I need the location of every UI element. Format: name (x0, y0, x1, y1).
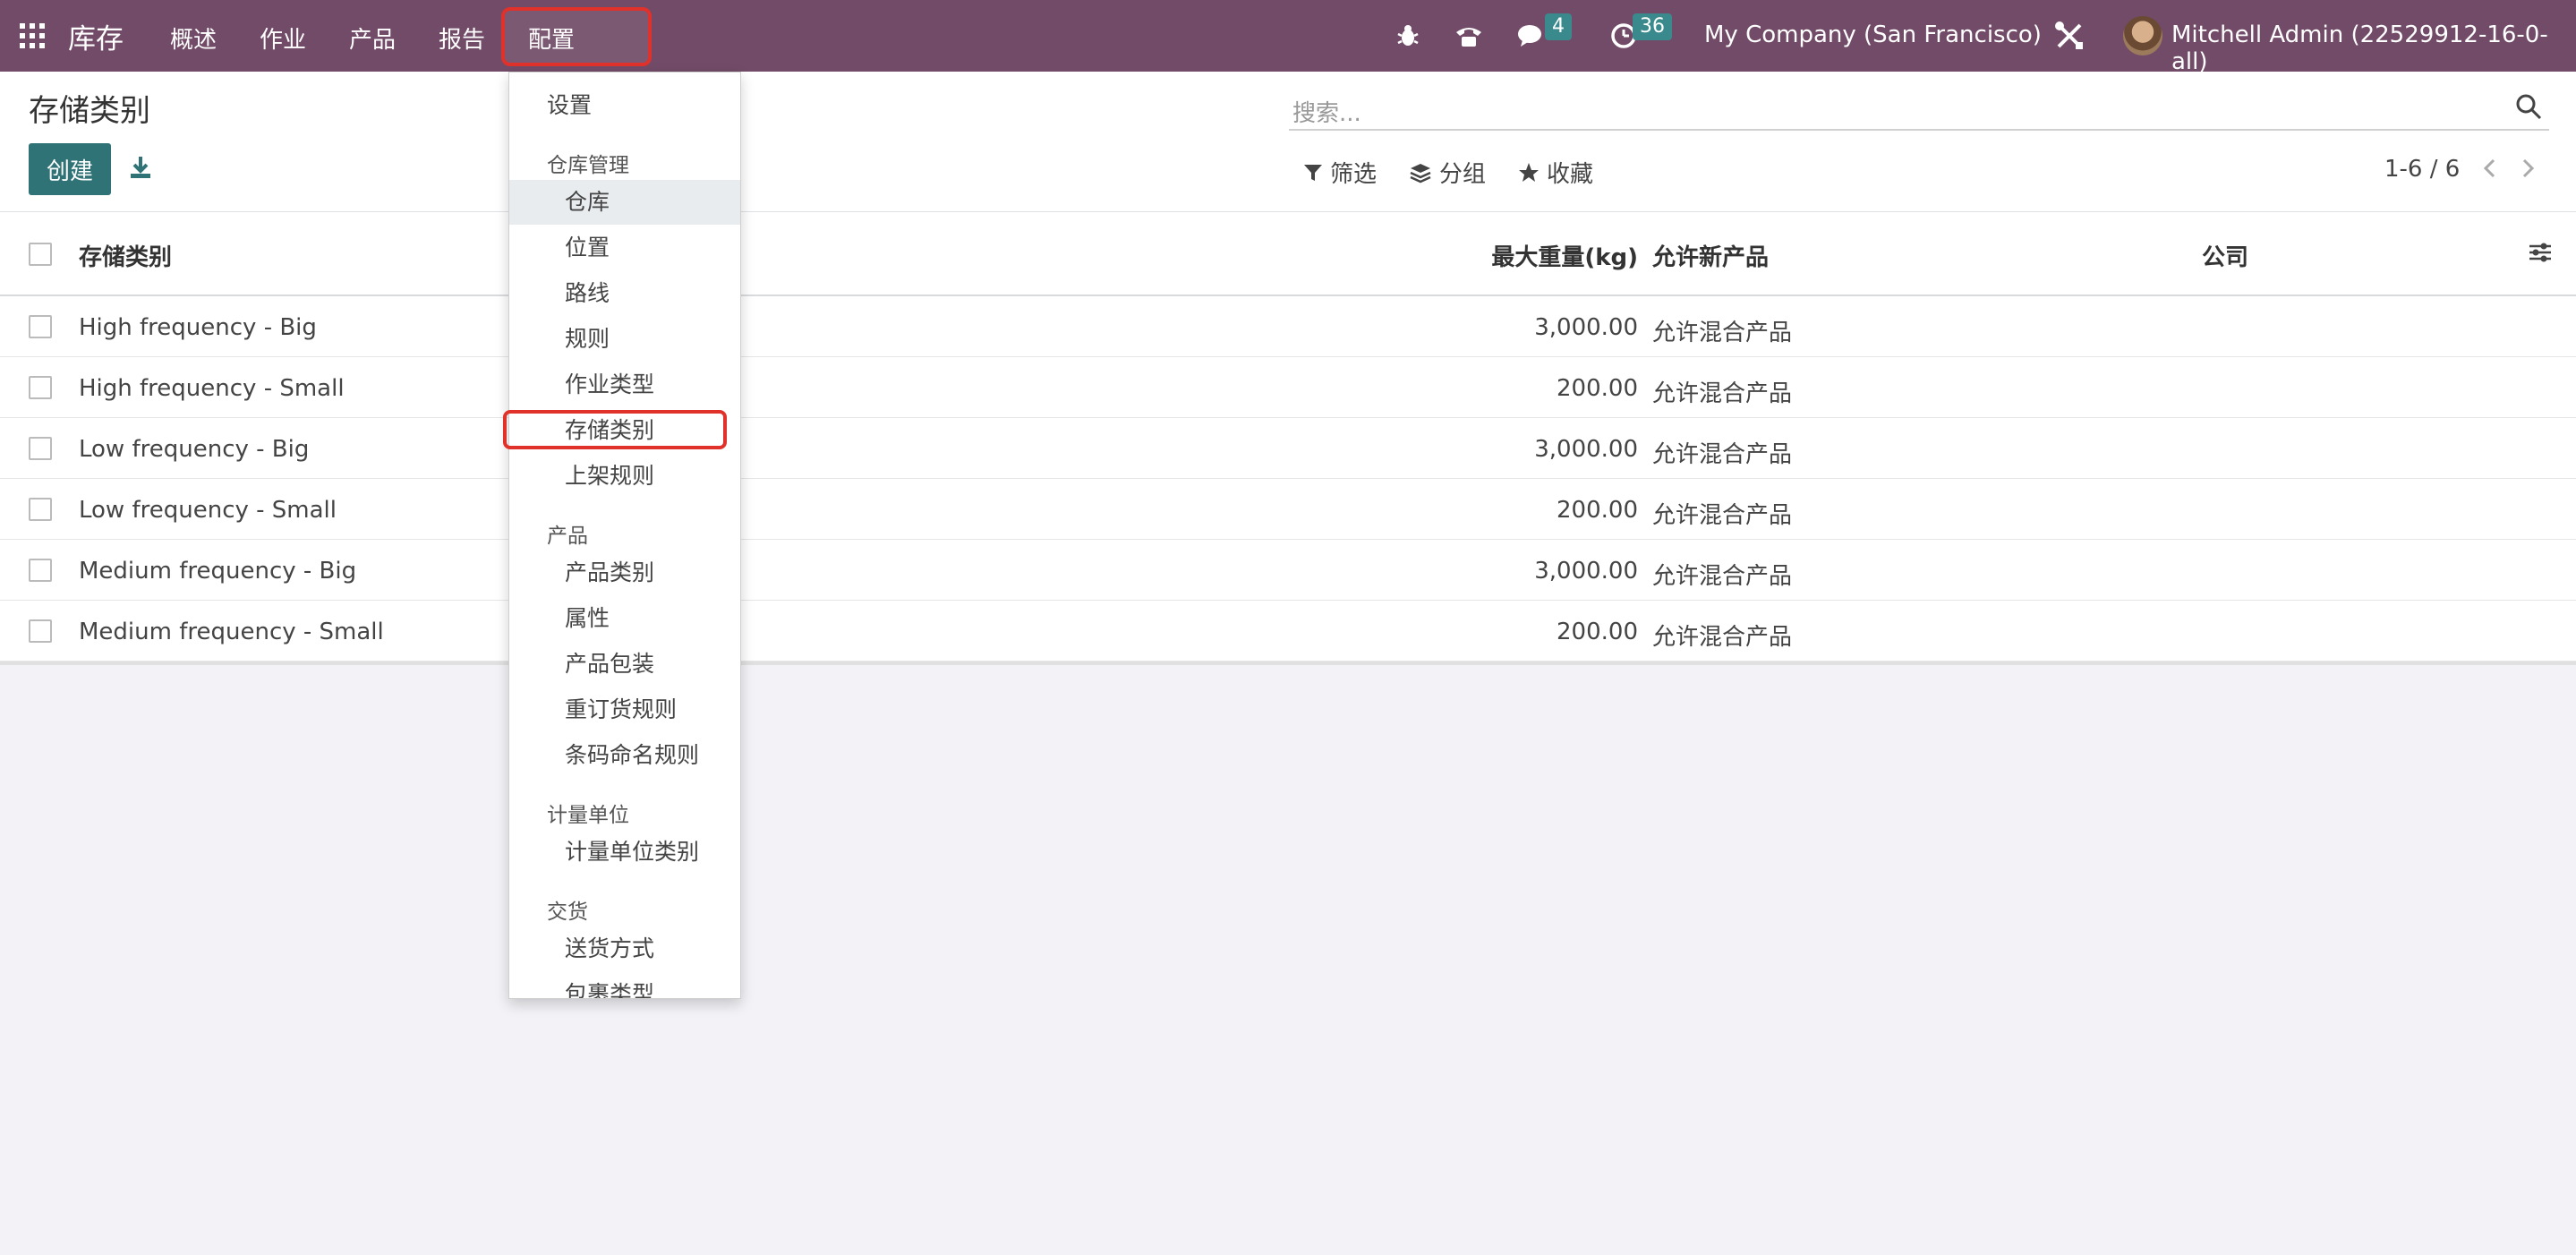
messages-badge: 4 (1545, 13, 1572, 40)
dropdown-item-putaway-rules[interactable]: 上架规则 (509, 454, 740, 499)
menu-configuration-highlight (501, 7, 652, 66)
row-checkbox[interactable] (29, 498, 52, 521)
table-row[interactable]: Medium frequency - Small 200.00 允许混合产品 (0, 601, 2576, 662)
row-checkbox[interactable] (29, 437, 52, 460)
dropdown-item-routes[interactable]: 路线 (509, 271, 740, 316)
company-switcher[interactable]: My Company (San Francisco) (1704, 21, 2042, 48)
dropdown-item-settings[interactable]: 设置 (509, 83, 740, 128)
phone-icon[interactable] (1454, 18, 1484, 54)
configuration-dropdown: 设置 仓库管理 仓库 位置 路线 规则 作业类型 存储类别 上架规则 产品 产品… (508, 72, 741, 999)
star-icon (1519, 162, 1539, 182)
favorites-button[interactable]: 收藏 (1518, 156, 1593, 189)
cell-allow-new: 允许混合产品 (1652, 563, 1793, 590)
filter-button[interactable]: 筛选 (1303, 156, 1377, 189)
cell-name: High frequency - Big (79, 314, 317, 341)
page-title: 存储类别 (29, 93, 150, 129)
cell-allow-new: 允许混合产品 (1652, 320, 1793, 346)
list-view: 存储类别 最大重量(kg) 允许新产品 公司 High frequency - … (0, 212, 2576, 665)
create-button[interactable]: 创建 (29, 143, 111, 195)
column-header-company[interactable]: 公司 (2202, 239, 2248, 272)
download-icon[interactable] (127, 154, 154, 181)
menu-overview[interactable]: 概述 (170, 21, 217, 55)
column-header-max-weight[interactable]: 最大重量(kg) (1491, 239, 1638, 272)
search-bar[interactable]: 搜索... (1289, 86, 2549, 131)
menu-configuration[interactable]: 配置 (528, 21, 575, 55)
cell-name: Low frequency - Big (79, 436, 310, 463)
apps-menu-icon[interactable] (20, 23, 45, 48)
menu-reporting[interactable]: 报告 (439, 21, 485, 55)
user-menu[interactable]: Mitchell Admin (22529912-16-0-all) (2171, 21, 2576, 75)
table-row[interactable]: Low frequency - Big 3,000.00 允许混合产品 (0, 418, 2576, 479)
activities-badge: 36 (1633, 13, 1672, 40)
dropdown-item-operation-types[interactable]: 作业类型 (509, 363, 740, 407)
dropdown-item-shipping-methods[interactable]: 送货方式 (509, 926, 740, 971)
dropdown-item-warehouses[interactable]: 仓库 (509, 180, 740, 225)
dropdown-item-barcode-nomenclatures[interactable]: 条码命名规则 (509, 733, 740, 778)
dropdown-section-warehouse: 仓库管理 (547, 154, 629, 177)
cell-max-weight: 200.00 (1557, 375, 1638, 402)
storage-categories-highlight (503, 410, 727, 449)
dropdown-item-reordering-rules[interactable]: 重订货规则 (509, 687, 740, 732)
pager-previous-icon[interactable] (2481, 158, 2503, 181)
cell-max-weight: 3,000.00 (1534, 314, 1638, 341)
group-by-button[interactable]: 分组 (1409, 156, 1486, 189)
filter-label: 筛选 (1330, 161, 1378, 188)
row-checkbox[interactable] (29, 315, 52, 338)
search-input[interactable]: 搜索... (1292, 95, 1361, 128)
cell-allow-new: 允许混合产品 (1652, 441, 1793, 468)
tools-icon[interactable] (2053, 18, 2086, 54)
row-checkbox[interactable] (29, 559, 52, 582)
cell-max-weight: 3,000.00 (1534, 436, 1638, 463)
top-navbar: 库存 概述 作业 产品 报告 配置 4 36 My Company (San F… (0, 0, 2576, 75)
dropdown-item-attributes[interactable]: 属性 (509, 596, 740, 641)
table-row[interactable]: Medium frequency - Big 3,000.00 允许混合产品 (0, 540, 2576, 601)
chat-icon[interactable] (1516, 18, 1547, 54)
list-bottom-border (0, 662, 2576, 665)
cell-name: High frequency - Small (79, 375, 345, 402)
cell-allow-new: 允许混合产品 (1652, 624, 1793, 651)
menu-operations[interactable]: 作业 (260, 21, 306, 55)
favorites-label: 收藏 (1547, 161, 1594, 188)
select-all-checkbox[interactable] (29, 243, 52, 266)
bug-icon[interactable] (1395, 18, 1421, 54)
table-row[interactable]: High frequency - Small 200.00 允许混合产品 (0, 357, 2576, 418)
cell-max-weight: 200.00 (1557, 497, 1638, 524)
filter-icon (1304, 164, 1322, 181)
row-checkbox[interactable] (29, 376, 52, 399)
dropdown-item-uom-categories[interactable]: 计量单位类别 (509, 830, 740, 875)
pager-value[interactable]: 1-6 / 6 (2384, 156, 2460, 183)
app-name[interactable]: 库存 (68, 16, 124, 56)
cell-name: Low frequency - Small (79, 497, 337, 524)
dropdown-item-product-packagings[interactable]: 产品包装 (509, 642, 740, 687)
cell-max-weight: 200.00 (1557, 619, 1638, 645)
menu-products[interactable]: 产品 (349, 21, 396, 55)
dropdown-item-rules[interactable]: 规则 (509, 317, 740, 362)
pager-next-icon[interactable] (2519, 158, 2540, 181)
optional-columns-icon[interactable] (2528, 241, 2555, 268)
dropdown-section-uom: 计量单位 (547, 804, 629, 827)
cell-name: Medium frequency - Big (79, 558, 357, 585)
control-panel: 存储类别 创建 搜索... 筛选 分组 收藏 1-6 / 6 (0, 72, 2576, 212)
dropdown-item-product-categories[interactable]: 产品类别 (509, 551, 740, 595)
group-by-label: 分组 (1439, 161, 1487, 188)
layers-icon (1410, 163, 1431, 183)
dropdown-item-package-types[interactable]: 包裹类型 (509, 972, 740, 998)
cell-name: Medium frequency - Small (79, 619, 384, 645)
user-avatar[interactable] (2123, 16, 2162, 55)
column-header-allow-new[interactable]: 允许新产品 (1652, 239, 1769, 272)
dropdown-section-products: 产品 (547, 525, 588, 548)
cell-max-weight: 3,000.00 (1534, 558, 1638, 585)
table-row[interactable]: High frequency - Big 3,000.00 允许混合产品 (0, 296, 2576, 357)
dropdown-item-locations[interactable]: 位置 (509, 226, 740, 270)
list-header: 存储类别 最大重量(kg) 允许新产品 公司 (0, 212, 2576, 296)
search-icon[interactable] (2515, 93, 2544, 122)
cell-allow-new: 允许混合产品 (1652, 502, 1793, 529)
row-checkbox[interactable] (29, 619, 52, 643)
table-row[interactable]: Low frequency - Small 200.00 允许混合产品 (0, 479, 2576, 540)
column-header-name[interactable]: 存储类别 (79, 239, 172, 272)
cell-allow-new: 允许混合产品 (1652, 380, 1793, 407)
dropdown-section-delivery: 交货 (547, 901, 588, 924)
